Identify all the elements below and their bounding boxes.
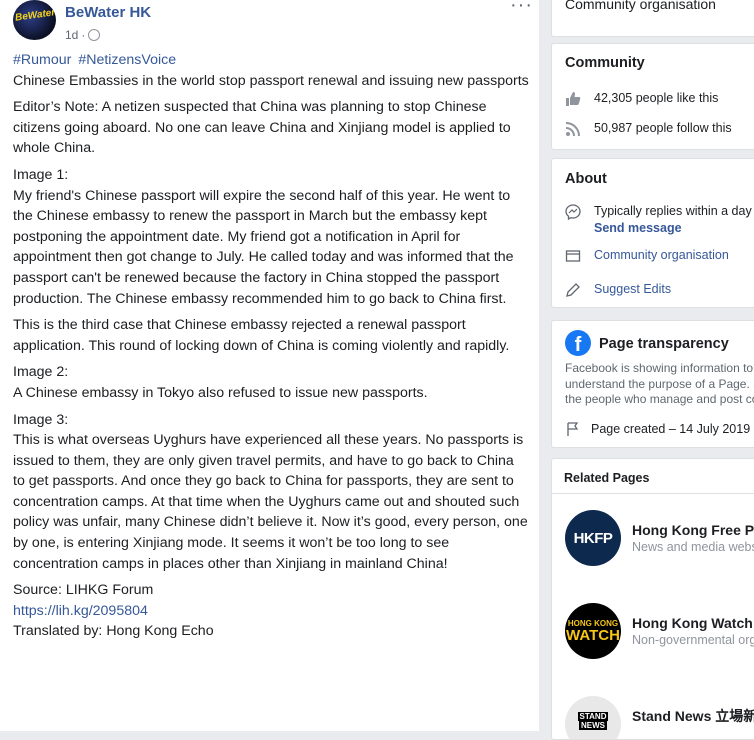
translated-by: Translated by: Hong Kong Echo	[13, 623, 214, 640]
standnews-logo-top: STAND	[577, 712, 609, 721]
about-title: About	[565, 171, 607, 187]
post-meta: 1d ·	[65, 28, 101, 42]
more-options-icon[interactable]: ···	[510, 0, 533, 17]
stand-news-logo: STAND NEWS	[565, 696, 621, 739]
source-link[interactable]: https://lih.kg/2095804	[13, 601, 529, 622]
post-body: #Rumour #NetizensVoice Chinese Embassies…	[13, 50, 529, 642]
about-category-link[interactable]: Community organisation	[594, 248, 729, 262]
related-page-category: Non-governmental organisation	[632, 633, 754, 647]
related-page-name[interactable]: Hong Kong Watch	[632, 615, 754, 631]
flag-icon	[567, 422, 579, 436]
divider	[552, 493, 754, 494]
meta-separator: ·	[81, 28, 86, 42]
hashtag-rumour[interactable]: #Rumour	[13, 52, 71, 68]
transparency-desc-line2: understand the purpose of a Page. See ac…	[565, 376, 754, 391]
top-category-text: Community organisation	[565, 0, 716, 12]
about-category-row: Community organisation	[565, 248, 729, 264]
community-title: Community	[565, 55, 645, 71]
globe-icon	[88, 29, 101, 41]
related-page-hkfp[interactable]: HKFP Hong Kong Free Press News and media…	[565, 510, 754, 566]
image1-text: My friend's Chinese passport will expire…	[13, 187, 514, 307]
image2-text: A Chinese embassy in Tokyo also refused …	[13, 384, 428, 401]
standnews-logo-bottom: NEWS	[579, 721, 607, 730]
related-pages-card: Related Pages HKFP Hong Kong Free Press …	[551, 458, 754, 740]
related-page-name[interactable]: Hong Kong Free Press	[632, 522, 754, 538]
hkwatch-logo-bottom: WATCH	[566, 626, 620, 644]
likes-count: 42,305 people like this	[594, 91, 719, 105]
image1-label: Image 1:	[13, 166, 69, 183]
suggest-edits-row: Suggest Edits	[565, 282, 671, 298]
hashtags: #Rumour #NetizensVoice	[13, 50, 529, 71]
page-created-text: Page created – 14 July 2019	[591, 422, 751, 436]
rss-follow-icon	[565, 122, 580, 137]
follows-count: 50,987 people follow this	[594, 121, 732, 135]
hong-kong-watch-logo: HONG KONG WATCH	[565, 603, 621, 659]
thumbs-up-icon	[566, 92, 581, 106]
replies-row: Typically replies within a day Send mess…	[565, 204, 752, 235]
send-message-link[interactable]: Send message	[594, 221, 752, 235]
post-card: BeWater BeWater HK 1d · ··· #Rumour #Net…	[0, 0, 539, 731]
category-card: Community organisation	[551, 0, 754, 37]
transparency-card: f Page transparency Facebook is showing …	[551, 320, 754, 448]
transparency-desc-line1: Facebook is showing information to help …	[565, 361, 754, 375]
right-sidebar: Community organisation Community 42,305 …	[551, 0, 754, 740]
hkfp-logo: HKFP	[565, 510, 621, 566]
community-card: Community 42,305 people like this 50,987…	[551, 43, 754, 150]
hashtag-netizensvoice[interactable]: #NetizensVoice	[78, 52, 176, 68]
suggest-edits-link[interactable]: Suggest Edits	[594, 282, 671, 296]
avatar-logo-text: BeWater	[14, 7, 56, 24]
related-page-hong-kong-watch[interactable]: HONG KONG WATCH Hong Kong Watch Non-gove…	[565, 603, 754, 659]
page-name-link[interactable]: BeWater HK	[65, 4, 151, 21]
transparency-description: Facebook is showing information to help …	[565, 361, 754, 408]
page-created-row: Page created – 14 July 2019	[565, 421, 750, 437]
pencil-icon	[566, 283, 580, 297]
image2-label: Image 2:	[13, 364, 69, 381]
about-card: About Typically replies within a day Sen…	[551, 158, 754, 308]
follows-row: 50,987 people follow this	[565, 121, 732, 137]
third-case-text: This is the third case that Chinese emba…	[13, 317, 510, 354]
replies-text: Typically replies within a day	[594, 204, 752, 218]
likes-row: 42,305 people like this	[565, 91, 718, 107]
category-icon	[565, 250, 581, 262]
messenger-icon	[565, 204, 581, 220]
image3-label: Image 3:	[13, 411, 69, 428]
source-text: Source: LIHKG Forum	[13, 582, 154, 599]
post-headline: Chinese Embassies in the world stop pass…	[13, 72, 529, 89]
post-time[interactable]: 1d	[65, 28, 78, 42]
editor-note: Editor’s Note: A netizen suspected that …	[13, 99, 511, 157]
page-avatar[interactable]: BeWater	[13, 0, 56, 40]
related-page-name[interactable]: Stand News 立場新聞	[632, 706, 754, 726]
transparency-desc-line3: the people who manage and post content.	[565, 392, 754, 406]
related-page-stand-news[interactable]: STAND NEWS Stand News 立場新聞	[565, 696, 754, 739]
related-pages-title: Related Pages	[564, 471, 650, 485]
related-page-category: News and media website	[632, 540, 754, 554]
image3-text: This is what overseas Uyghurs have exper…	[13, 432, 528, 572]
transparency-title: Page transparency	[599, 336, 729, 352]
facebook-icon: f	[565, 330, 591, 356]
